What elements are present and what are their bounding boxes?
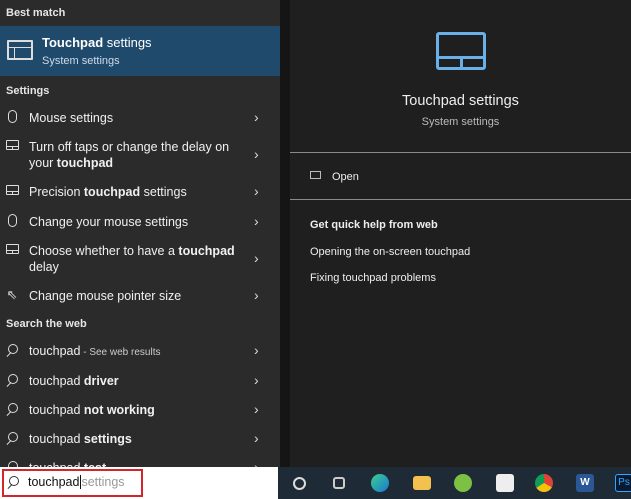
preview-panel: Touchpad settings System settings Open G… <box>290 0 631 467</box>
settings-item-label: Mouse settings <box>29 111 114 125</box>
best-title-bold: Touchpad <box>42 35 104 50</box>
chevron-right-icon[interactable]: › <box>254 147 259 161</box>
help-link[interactable]: Fixing touchpad problems <box>310 272 436 284</box>
settings-heading: Settings <box>6 85 50 97</box>
help-link[interactable]: Opening the on-screen touchpad <box>310 246 470 258</box>
touchpad-icon <box>436 32 486 70</box>
chevron-right-icon[interactable]: › <box>254 460 259 467</box>
mouse-icon <box>5 214 19 228</box>
web-item-label: touchpad - See web results <box>29 344 161 358</box>
chevron-right-icon[interactable]: › <box>254 184 259 198</box>
settings-item-label: Turn off taps or change the delay on you… <box>29 140 230 170</box>
cortana-icon[interactable] <box>293 477 306 490</box>
best-title-rest: settings <box>103 35 152 50</box>
open-button[interactable]: Open <box>290 162 631 192</box>
search-icon <box>5 373 19 387</box>
touchpad-icon <box>5 184 19 198</box>
divider <box>290 152 631 153</box>
web-item-label: touchpad test <box>29 460 249 467</box>
best-match-heading: Best match <box>6 7 66 19</box>
help-heading: Get quick help from web <box>310 219 438 231</box>
panel-divider <box>280 0 290 467</box>
pointer-icon: ⇖ <box>6 287 18 302</box>
search-icon <box>6 475 20 489</box>
preview-subtitle: System settings <box>421 116 500 128</box>
app-icon[interactable] <box>454 474 472 492</box>
photoshop-icon[interactable]: Ps <box>615 474 631 492</box>
web-item-label: touchpad settings <box>29 432 132 446</box>
touchpad-icon <box>5 243 19 257</box>
settings-item-label: Choose whether to have a touchpad delay <box>29 244 235 274</box>
file-explorer-icon[interactable] <box>413 476 431 490</box>
chevron-right-icon[interactable]: › <box>254 251 259 265</box>
chevron-right-icon[interactable]: › <box>254 288 259 302</box>
web-heading: Search the web <box>6 318 87 330</box>
web-item-label: touchpad not working <box>29 403 155 417</box>
chevron-right-icon[interactable]: › <box>254 402 259 416</box>
divider <box>290 199 631 200</box>
store-icon[interactable] <box>496 474 514 492</box>
chevron-right-icon[interactable]: › <box>254 373 259 387</box>
best-match-touchpad-settings[interactable]: Touchpad settings System settings <box>0 26 280 76</box>
chevron-right-icon[interactable]: › <box>254 214 259 228</box>
search-value: touchpad <box>28 475 80 489</box>
search-input[interactable]: touchpad settings <box>28 475 125 489</box>
search-bar[interactable]: touchpad settings <box>0 467 278 499</box>
search-suggestion: settings <box>81 475 125 489</box>
touchpad-icon <box>7 40 33 60</box>
chevron-right-icon[interactable]: › <box>254 110 259 124</box>
taskbar: W Ps <box>278 467 631 499</box>
settings-item-label: Change mouse pointer size <box>29 289 182 303</box>
preview-title: Touchpad settings <box>402 93 519 109</box>
task-view-icon[interactable] <box>333 477 345 489</box>
settings-item-label: Change your mouse settings <box>29 215 189 229</box>
search-results-panel: Best match Touchpad settings System sett… <box>0 0 280 467</box>
web-item-label: touchpad driver <box>29 374 119 388</box>
search-icon <box>5 431 19 445</box>
chevron-right-icon[interactable]: › <box>254 431 259 445</box>
word-icon[interactable]: W <box>576 474 594 492</box>
search-icon <box>5 460 19 467</box>
best-subtitle: System settings <box>42 55 120 67</box>
chrome-icon[interactable] <box>535 474 553 492</box>
touchpad-icon <box>5 139 19 153</box>
open-label: Open <box>332 171 359 183</box>
settings-item-label: Precision touchpad settings <box>29 185 187 199</box>
mouse-icon <box>5 110 19 124</box>
chevron-right-icon[interactable]: › <box>254 343 259 357</box>
edge-icon[interactable] <box>371 474 389 492</box>
search-icon <box>5 343 19 357</box>
open-icon <box>310 171 321 179</box>
search-icon <box>5 402 19 416</box>
